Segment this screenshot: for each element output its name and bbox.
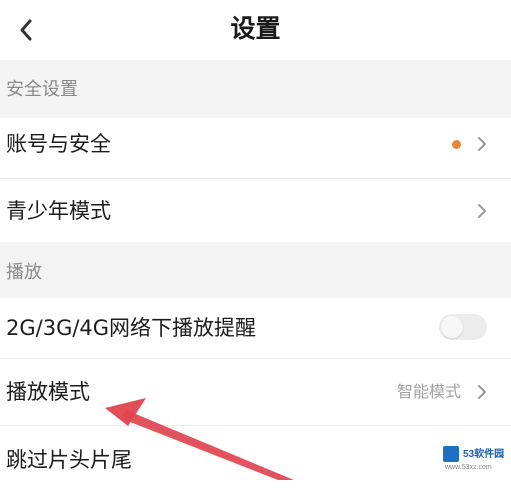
watermark-logo (443, 446, 459, 462)
row-label-teen-mode: 青少年模式 (6, 199, 111, 223)
chevron-right-icon (475, 135, 489, 153)
section-header-playback: 播放 (0, 242, 511, 298)
row-label-account-security: 账号与安全 (6, 132, 111, 156)
settings-row-teen-mode[interactable]: 青少年模式 (0, 180, 511, 242)
top-bar: 设置 (0, 0, 511, 60)
section-label-security: 安全设置 (6, 79, 78, 100)
row-label-play-mode: 播放模式 (6, 380, 90, 404)
row-label-skip-intro-outro: 跳过片头片尾 (6, 448, 132, 472)
settings-row-play-mode[interactable]: 播放模式 智能模式 (0, 360, 511, 424)
watermark-text: 53软件园 (463, 449, 505, 460)
toggle-knob (441, 316, 463, 338)
chevron-right-icon (475, 383, 489, 401)
row-label-network-play-alert: 2G/3G/4G网络下播放提醒 (6, 316, 257, 340)
settings-row-skip-intro-outro: 跳过片头片尾 (0, 426, 511, 480)
network-alert-toggle[interactable] (439, 314, 487, 340)
settings-row-account-security[interactable]: 账号与安全 (0, 118, 511, 171)
notification-dot (452, 140, 461, 149)
watermark: 53软件园 www.53xz.com (441, 442, 507, 478)
divider (0, 358, 511, 359)
chevron-right-icon (475, 202, 489, 220)
section-label-playback: 播放 (6, 262, 42, 283)
divider (0, 178, 511, 179)
settings-row-network-play-alert: 2G/3G/4G网络下播放提醒 (0, 298, 511, 358)
chevron-left-icon (20, 19, 32, 41)
watermark-url: www.53xz.com (445, 464, 492, 471)
page-title: 设置 (230, 14, 281, 43)
section-header-security: 安全设置 (0, 60, 511, 118)
back-button[interactable] (8, 12, 44, 48)
play-mode-value: 智能模式 (396, 382, 461, 401)
